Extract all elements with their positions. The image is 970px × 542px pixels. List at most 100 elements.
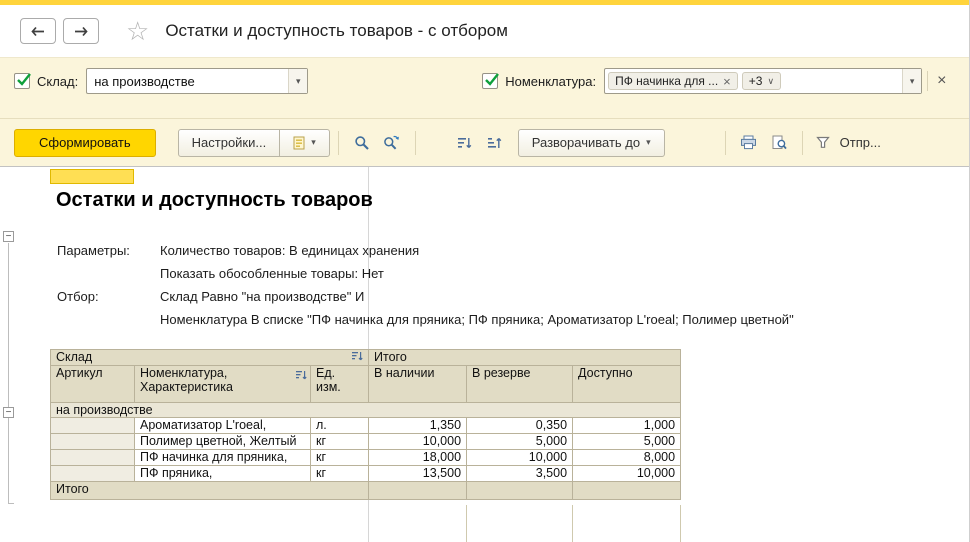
report-area: − − Остатки и доступность товаров Параме… bbox=[0, 167, 969, 542]
nomenclature-label: Номенклатура: bbox=[505, 74, 596, 89]
table-row: Полимер цветной, Желтый кг 10,000 5,000 … bbox=[51, 434, 681, 450]
report-title: Остатки и доступность товаров bbox=[56, 189, 373, 212]
header-nomenclature-line2: Характеристика bbox=[140, 380, 305, 394]
table-row: ПФ пряника, кг 13,500 3,500 10,000 bbox=[51, 466, 681, 482]
back-arrow-icon bbox=[30, 26, 46, 37]
header-available[interactable]: Доступно bbox=[573, 366, 681, 403]
funnel-icon bbox=[816, 136, 830, 149]
parameters-label-spacer bbox=[57, 262, 160, 285]
forward-arrow-icon bbox=[73, 26, 89, 37]
caret-down-icon: ▾ bbox=[910, 76, 915, 86]
collapse-groups-button[interactable] bbox=[450, 129, 480, 157]
search-icon bbox=[354, 135, 370, 151]
active-cell[interactable] bbox=[50, 169, 134, 184]
report-toolbar: Сформировать Настройки... ▾ Разворачиват… bbox=[0, 119, 969, 167]
expand-to-label: Разворачивать до bbox=[532, 135, 640, 150]
filter-label: Отбор: bbox=[57, 285, 160, 308]
warehouse-dropdown-button[interactable]: ▾ bbox=[288, 69, 307, 93]
search-button[interactable] bbox=[347, 129, 377, 157]
cell-available: 8,000 bbox=[573, 450, 681, 466]
search-next-icon bbox=[383, 135, 400, 151]
send-button[interactable]: Отпр... bbox=[835, 129, 886, 157]
caret-down-icon: ▾ bbox=[296, 76, 301, 86]
total-label-cell: Итого bbox=[51, 482, 369, 500]
warehouse-input[interactable] bbox=[87, 69, 288, 93]
search-next-button[interactable] bbox=[377, 129, 407, 157]
nomenclature-more-chip[interactable]: +3 ∨ bbox=[742, 72, 781, 90]
header-total[interactable]: Итого bbox=[369, 350, 681, 366]
cell-onhand: 18,000 bbox=[369, 450, 467, 466]
header-unit-line2: изм. bbox=[316, 380, 363, 394]
cell-reserve: 10,000 bbox=[467, 450, 573, 466]
cell-onhand: 1,350 bbox=[369, 418, 467, 434]
warehouse-checkbox[interactable] bbox=[14, 73, 30, 89]
header-artikul[interactable]: Артикул bbox=[51, 366, 135, 403]
separator bbox=[415, 131, 416, 155]
cell-artikul bbox=[51, 434, 135, 450]
filter-value: Склад Равно "на производстве" И bbox=[160, 285, 364, 308]
grid-column-line bbox=[572, 505, 573, 542]
report-parameters: Параметры: Количество товаров: В единица… bbox=[57, 239, 794, 331]
cell-unit: кг bbox=[311, 434, 369, 450]
forward-button[interactable] bbox=[63, 18, 99, 44]
printer-icon bbox=[740, 135, 757, 150]
cell-nomenclature: ПФ начинка для пряника, bbox=[135, 450, 311, 466]
print-button[interactable] bbox=[734, 129, 764, 157]
nomenclature-selected-chip[interactable]: ПФ начинка для ... × bbox=[608, 72, 738, 90]
nomenclature-filter: Номенклатура: ПФ начинка для ... × +3 ∨ … bbox=[482, 68, 950, 94]
header-nomenclature[interactable]: Номенклатура, Характеристика bbox=[135, 366, 311, 403]
expand-groups-icon bbox=[487, 136, 502, 150]
favorite-star-icon[interactable]: ☆ bbox=[126, 18, 149, 44]
collapse-groups-icon bbox=[457, 136, 472, 150]
cell-onhand: 13,500 bbox=[369, 466, 467, 482]
cell-unit: кг bbox=[311, 450, 369, 466]
header-reserve[interactable]: В резерве bbox=[467, 366, 573, 403]
parameters-label: Параметры: bbox=[57, 239, 160, 262]
total-row: Итого bbox=[51, 482, 681, 500]
cell-artikul bbox=[51, 450, 135, 466]
group-row-warehouse[interactable]: на производстве bbox=[51, 403, 681, 418]
group-collapse-marker[interactable]: − bbox=[3, 231, 14, 242]
cell-available: 10,000 bbox=[573, 466, 681, 482]
expand-to-button[interactable]: Разворачивать до ▾ bbox=[518, 129, 665, 157]
separator bbox=[725, 131, 726, 155]
total-available-cell bbox=[573, 482, 681, 500]
report-variants-button[interactable]: ▾ bbox=[279, 129, 330, 157]
app-window: ☆ Остатки и доступность товаров - с отбо… bbox=[0, 0, 970, 542]
cell-artikul bbox=[51, 418, 135, 434]
table-row: ПФ начинка для пряника, кг 18,000 10,000… bbox=[51, 450, 681, 466]
group-bracket-line bbox=[8, 243, 9, 503]
quick-filter-button[interactable] bbox=[811, 129, 835, 157]
check-icon bbox=[483, 71, 500, 88]
cell-reserve: 5,000 bbox=[467, 434, 573, 450]
parameter-value: Показать обособленные товары: Нет bbox=[160, 262, 384, 285]
nomenclature-dropdown-button[interactable]: ▾ bbox=[902, 69, 921, 93]
nomenclature-field[interactable]: ПФ начинка для ... × +3 ∨ ▾ bbox=[604, 68, 922, 94]
header-warehouse[interactable]: Склад bbox=[51, 350, 369, 366]
cell-unit: кг bbox=[311, 466, 369, 482]
cell-reserve: 3,500 bbox=[467, 466, 573, 482]
grid-column-line bbox=[680, 505, 681, 542]
group-collapse-marker[interactable]: − bbox=[3, 407, 14, 418]
expand-groups-button[interactable] bbox=[480, 129, 510, 157]
nomenclature-checkbox[interactable] bbox=[482, 73, 498, 89]
back-button[interactable] bbox=[20, 18, 56, 44]
header-onhand[interactable]: В наличии bbox=[369, 366, 467, 403]
more-count-label: +3 bbox=[749, 74, 763, 88]
print-preview-button[interactable] bbox=[764, 129, 794, 157]
header-unit[interactable]: Ед. изм. bbox=[311, 366, 369, 403]
generate-button[interactable]: Сформировать bbox=[14, 129, 156, 157]
warehouse-combobox: ▾ bbox=[86, 68, 308, 94]
cell-reserve: 0,350 bbox=[467, 418, 573, 434]
cell-nomenclature: ПФ пряника, bbox=[135, 466, 311, 482]
sort-descending-icon bbox=[351, 350, 363, 362]
filter-bar: Склад: ▾ Номенклатура: ПФ начинка для ..… bbox=[0, 57, 969, 119]
titlebar: ☆ Остатки и доступность товаров - с отбо… bbox=[0, 5, 969, 57]
filter-label-spacer bbox=[57, 308, 160, 331]
chip-remove-icon[interactable]: × bbox=[723, 75, 731, 88]
settings-button[interactable]: Настройки... bbox=[178, 129, 281, 157]
header-unit-line1: Ед. bbox=[316, 366, 363, 380]
total-reserve-cell bbox=[467, 482, 573, 500]
cell-available: 1,000 bbox=[573, 418, 681, 434]
nomenclature-clear-button[interactable]: × bbox=[933, 72, 950, 90]
